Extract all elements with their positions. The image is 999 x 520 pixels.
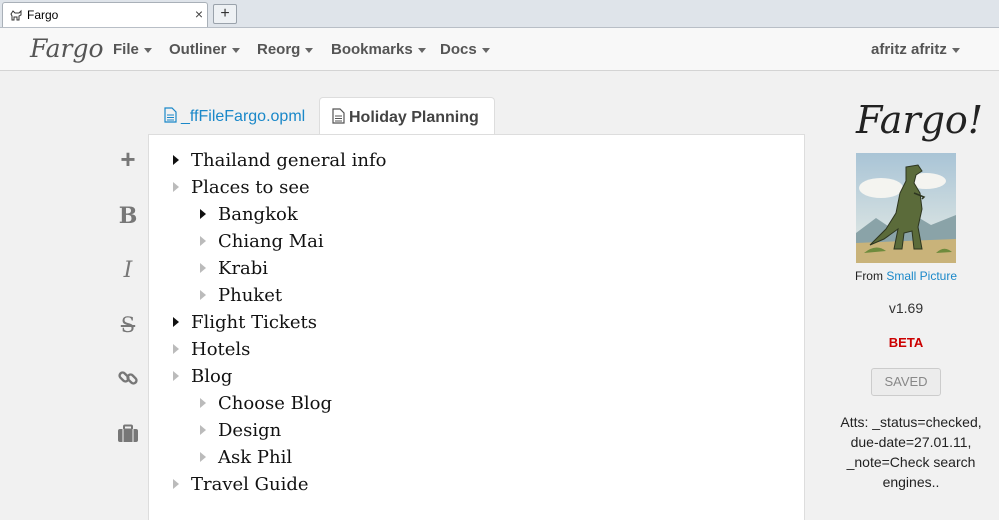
expand-triangle-icon[interactable] xyxy=(173,182,179,192)
outline-item[interactable]: Bangkok xyxy=(200,204,298,231)
doc-tab-holiday-planning[interactable]: Holiday Planning xyxy=(319,97,495,136)
outline-item-text: Places to see xyxy=(191,177,310,198)
italic-icon[interactable]: I xyxy=(115,258,141,284)
outline-item-text: Blog xyxy=(191,366,233,387)
expand-triangle-icon[interactable] xyxy=(200,209,206,219)
outline-item-text: Flight Tickets xyxy=(191,312,317,333)
expand-triangle-icon[interactable] xyxy=(200,425,206,435)
doc-tab-label: Holiday Planning xyxy=(349,109,479,126)
expand-triangle-icon[interactable] xyxy=(173,479,179,489)
menu-bookmarks-label: Bookmarks xyxy=(331,41,413,58)
browser-tab-strip: Fargo × + xyxy=(0,0,999,28)
expand-triangle-icon[interactable] xyxy=(173,317,179,327)
close-tab-icon[interactable]: × xyxy=(195,6,203,22)
expand-triangle-icon[interactable] xyxy=(200,290,206,300)
outline-item[interactable]: Design xyxy=(200,420,281,447)
outline-item-text: Chiang Mai xyxy=(218,231,324,252)
menu-reorg[interactable]: Reorg xyxy=(257,41,314,58)
app-navbar: Fargo File Outliner Reorg Bookmarks Docs… xyxy=(0,28,999,71)
outline-item-text: Choose Blog xyxy=(218,393,332,414)
outline-item-text: Ask Phil xyxy=(218,447,293,468)
menu-reorg-label: Reorg xyxy=(257,41,301,58)
doc-tab-label: _ffFileFargo.opml xyxy=(181,108,306,125)
outline-item-text: Hotels xyxy=(191,339,251,360)
user-name: afritz afritz xyxy=(871,41,947,58)
menu-outliner[interactable]: Outliner xyxy=(169,41,240,58)
strikethrough-icon[interactable]: S xyxy=(115,313,141,339)
chevron-down-icon xyxy=(231,47,240,53)
outline-item[interactable]: Thailand general info xyxy=(173,150,387,177)
from-credit: From Small Picture xyxy=(846,269,966,283)
user-menu[interactable]: afritz afritz xyxy=(871,41,960,58)
outline-item[interactable]: Blog xyxy=(173,366,232,393)
menu-docs-label: Docs xyxy=(440,41,477,58)
menu-outliner-label: Outliner xyxy=(169,41,227,58)
menu-docs[interactable]: Docs xyxy=(440,41,490,58)
small-picture-link[interactable]: Small Picture xyxy=(886,269,957,283)
expand-triangle-icon[interactable] xyxy=(200,452,206,462)
expand-triangle-icon[interactable] xyxy=(173,371,179,381)
briefcase-icon[interactable] xyxy=(115,424,141,450)
expand-triangle-icon[interactable] xyxy=(173,155,179,165)
beta-badge: BETA xyxy=(888,335,924,350)
outline-item[interactable]: Chiang Mai xyxy=(200,231,324,258)
attributes-text: Atts: _status=checked, due-date=27.01.11… xyxy=(840,414,982,490)
menu-file[interactable]: File xyxy=(113,41,152,58)
outline-item-text: Design xyxy=(218,420,282,441)
saved-button[interactable]: SAVED xyxy=(871,368,941,396)
outline-item[interactable]: Travel Guide xyxy=(173,474,309,501)
sidebar-title: Fargo! xyxy=(856,98,984,142)
link-icon[interactable] xyxy=(115,367,141,393)
chevron-down-icon xyxy=(417,47,426,53)
chevron-down-icon xyxy=(951,47,960,53)
menu-file-label: File xyxy=(113,41,139,58)
expand-triangle-icon[interactable] xyxy=(200,263,206,273)
new-tab-button[interactable]: + xyxy=(213,4,237,24)
plus-icon[interactable]: + xyxy=(115,146,141,173)
outline-item[interactable]: Krabi xyxy=(200,258,268,285)
brand-logo[interactable]: Fargo xyxy=(30,34,104,63)
file-icon xyxy=(164,107,177,123)
outline-item[interactable]: Ask Phil xyxy=(200,447,292,474)
outline-item[interactable]: Hotels xyxy=(173,339,250,366)
chevron-down-icon xyxy=(481,47,490,53)
chevron-down-icon xyxy=(143,47,152,53)
outline-item[interactable]: Choose Blog xyxy=(200,393,332,420)
outline-item[interactable]: Phuket xyxy=(200,285,282,312)
browser-tab-title: Fargo xyxy=(27,8,59,22)
expand-triangle-icon[interactable] xyxy=(173,344,179,354)
outline-item-text: Travel Guide xyxy=(191,474,309,495)
dog-favicon-icon xyxy=(10,9,22,21)
outline-item-text: Bangkok xyxy=(218,204,298,225)
outline-item-text: Thailand general info xyxy=(191,150,387,171)
expand-triangle-icon[interactable] xyxy=(200,236,206,246)
dinosaur-image xyxy=(856,153,956,263)
outline-item-text: Phuket xyxy=(218,285,283,306)
outline-item[interactable]: Flight Tickets xyxy=(173,312,317,339)
doc-tab-fffilefargo[interactable]: _ffFileFargo.opml xyxy=(152,97,318,135)
chevron-down-icon xyxy=(305,47,314,53)
bold-icon[interactable]: B xyxy=(115,203,141,229)
outline-item-text: Krabi xyxy=(218,258,269,279)
version-label: v1.69 xyxy=(888,300,924,316)
menu-bookmarks[interactable]: Bookmarks xyxy=(331,41,426,58)
browser-tab[interactable]: Fargo × xyxy=(2,2,208,27)
from-label: From xyxy=(854,269,883,283)
file-icon xyxy=(332,108,345,124)
expand-triangle-icon[interactable] xyxy=(200,398,206,408)
outline-item[interactable]: Places to see xyxy=(173,177,310,204)
